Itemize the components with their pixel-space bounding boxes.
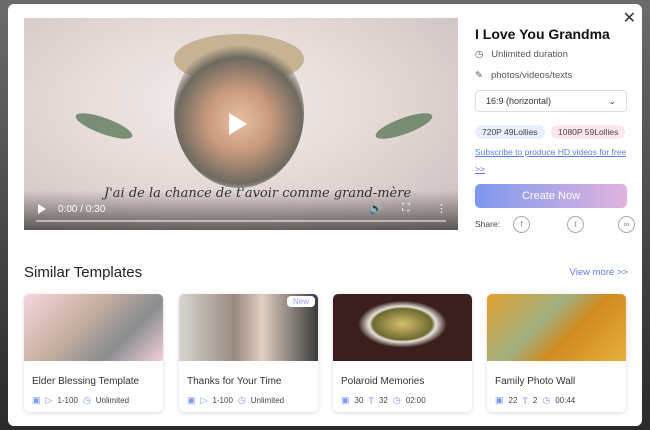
- share-label: Share:: [475, 219, 501, 229]
- clock-icon: ◷: [82, 395, 91, 405]
- template-card[interactable]: Elder Blessing Template ▣ ▷ 1-100 ◷ Unlimite…: [24, 294, 163, 412]
- twitter-icon[interactable]: t: [567, 216, 584, 233]
- template-thumbnail: [24, 294, 163, 361]
- duration: Unlimited: [250, 396, 285, 405]
- template-name: Polaroid Memories: [341, 376, 425, 387]
- template-card[interactable]: Family Photo Wall ▣ 22 T 2 ◷ 00:44: [487, 294, 626, 412]
- clock-icon: ◷: [542, 395, 551, 405]
- template-title: I Love You Grandma: [475, 26, 610, 42]
- video-icon: ▷: [45, 395, 53, 405]
- template-card[interactable]: New Thanks for Your Time ▣ ▷ 1-100 ◷ Unlimit…: [179, 294, 318, 412]
- materials-text: photos/videos/texts: [490, 70, 573, 81]
- template-name: Family Photo Wall: [495, 376, 576, 387]
- pencil-icon: ✎: [475, 70, 483, 81]
- video-player[interactable]: J'ai de la chance de t'avoir comme grand…: [24, 18, 458, 230]
- leaf-decoration: [373, 108, 435, 144]
- template-name: Elder Blessing Template: [32, 376, 140, 387]
- duration: 02:00: [405, 396, 426, 405]
- text-icon: T: [522, 395, 528, 406]
- clock-icon: ◷: [475, 49, 484, 60]
- price-1080-badge[interactable]: 1080P 59Lollies: [551, 125, 626, 139]
- play-icon[interactable]: [229, 113, 247, 135]
- text-icon: T: [368, 395, 374, 406]
- video-icon: ▷: [200, 395, 208, 405]
- similar-templates-title: Similar Templates: [24, 264, 143, 281]
- clock-icon: ◷: [237, 395, 246, 405]
- create-now-button[interactable]: Create Now: [475, 184, 627, 208]
- close-icon[interactable]: ✕: [623, 8, 636, 28]
- volume-icon[interactable]: 🔊: [369, 202, 383, 215]
- aspect-ratio-select[interactable]: 16:9 (horizontal) ⌄: [475, 90, 627, 112]
- duration: 00:44: [555, 396, 576, 405]
- video-controls: 0:00 / 0:30 🔊 ⛶ ⋮: [24, 190, 458, 230]
- template-name: Thanks for Your Time: [187, 376, 282, 387]
- duration: Unlimited: [95, 396, 130, 405]
- image-count: 30: [354, 396, 364, 405]
- text-count: 2: [532, 396, 538, 405]
- duration-text: Unlimited duration: [491, 49, 568, 60]
- price-720-badge[interactable]: 720P 49Lollies: [475, 125, 545, 139]
- template-thumbnail: [487, 294, 626, 361]
- template-modal: ✕ J'ai de la chance de t'avoir comme gra…: [8, 4, 642, 426]
- duration-info: ◷ Unlimited duration: [475, 49, 568, 60]
- image-icon: ▣: [32, 395, 41, 405]
- image-count: 22: [508, 396, 518, 405]
- subscribe-link[interactable]: Subscribe to produce HD videos for free …: [475, 144, 630, 178]
- facebook-icon[interactable]: f: [513, 216, 530, 233]
- template-thumbnail: New: [179, 294, 318, 361]
- template-card[interactable]: Polaroid Memories ▣ 30 T 32 ◷ 02:00: [333, 294, 472, 412]
- clock-icon: ◷: [392, 395, 401, 405]
- view-more-link[interactable]: View more >>: [570, 267, 628, 278]
- aspect-value: 16:9 (horizontal): [486, 96, 552, 106]
- materials-info: ✎ photos/videos/texts: [475, 70, 572, 81]
- video-time: 0:00 / 0:30: [58, 204, 106, 215]
- play-icon[interactable]: [38, 204, 46, 214]
- new-badge: New: [286, 296, 315, 307]
- leaf-decoration: [73, 108, 135, 144]
- text-count: 32: [378, 396, 388, 405]
- media-count: 1-100: [57, 396, 78, 405]
- media-count: 1-100: [212, 396, 233, 405]
- image-icon: ▣: [495, 395, 504, 405]
- image-icon: ▣: [341, 395, 350, 405]
- image-icon: ▣: [187, 395, 196, 405]
- chevron-down-icon: ⌄: [608, 96, 616, 106]
- link-icon[interactable]: ∞: [618, 216, 635, 233]
- more-options-icon[interactable]: ⋮: [436, 202, 447, 215]
- video-progress-bar[interactable]: [36, 220, 446, 222]
- fullscreen-icon[interactable]: ⛶: [402, 202, 410, 215]
- template-thumbnail: [333, 294, 472, 361]
